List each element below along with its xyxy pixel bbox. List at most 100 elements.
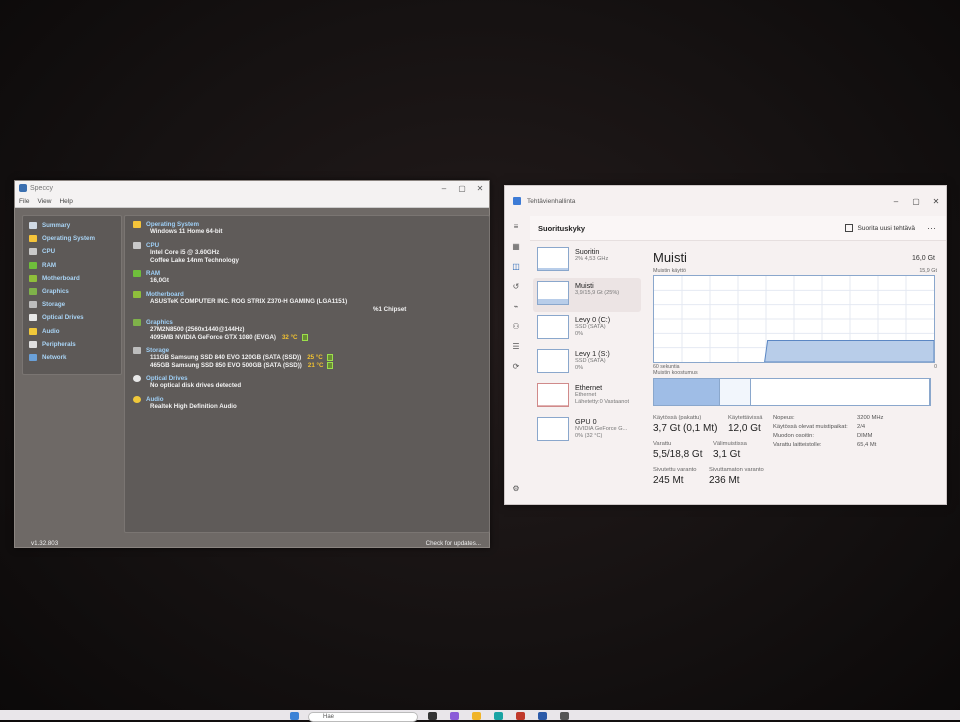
processes-icon[interactable]: ▦ bbox=[505, 236, 527, 256]
sidebar-item-label: Operating System bbox=[42, 235, 95, 243]
memory-stats: Käytössä (pakattu) 3,7 Gt (0,1 Mt) Käyte… bbox=[653, 415, 937, 504]
perf-item-cpu[interactable]: Suoritin 2% 4,53 GHz bbox=[533, 244, 641, 278]
app-history-icon[interactable]: ↺ bbox=[505, 276, 527, 296]
sidebar-item-storage[interactable]: Storage bbox=[23, 298, 121, 311]
disk-row: 465GB Samsung SSD 850 EVO 500GB (SATA (S… bbox=[133, 361, 334, 370]
perf-item-text: Muisti 3,9/15,9 Gt (25%) bbox=[575, 281, 619, 297]
tm-titlebar[interactable]: Tehtävienhallinta – ▢ ✕ bbox=[505, 186, 946, 216]
app-icon[interactable] bbox=[516, 712, 525, 720]
perf-thumbnail bbox=[537, 349, 569, 373]
stat-committed: Varattu 5,5/18,8 Gt bbox=[653, 441, 702, 460]
speccy-summary-panel: Operating System Windows 11 Home 64-bit … bbox=[124, 215, 490, 533]
section-storage-title: Storage bbox=[146, 347, 170, 354]
perf-item-eth[interactable]: Ethernet Ethernet Lähetetty:0 Vastaanot bbox=[533, 380, 641, 414]
usage-graph-header: Muistin käyttö 15,9 Gt bbox=[653, 268, 937, 274]
section-audio-title: Audio bbox=[146, 396, 164, 403]
sidebar-item-peripherals[interactable]: Peripherals bbox=[23, 338, 121, 351]
windows-icon bbox=[133, 221, 141, 228]
prop-row: Nopeus: 3200 MHz bbox=[773, 415, 917, 424]
menu-view[interactable]: View bbox=[37, 198, 51, 205]
temp-indicator-icon bbox=[327, 361, 334, 369]
run-new-task-button[interactable]: Suorita uusi tehtävä bbox=[844, 224, 915, 232]
prop-value: 3200 MHz bbox=[857, 415, 884, 421]
minimize-icon[interactable]: – bbox=[886, 197, 906, 206]
users-icon[interactable]: ⚇ bbox=[505, 316, 527, 336]
optical-drive-icon bbox=[29, 314, 37, 322]
maximize-icon[interactable]: ▢ bbox=[453, 184, 471, 193]
audio-value: Realtek High Definition Audio bbox=[150, 403, 237, 410]
startup-icon[interactable]: ⌁ bbox=[505, 296, 527, 316]
memory-usage-svg bbox=[654, 276, 934, 362]
gpu-row: 4095MB NVIDIA GeForce GTX 1080 (EVGA) 32 … bbox=[133, 333, 308, 342]
start-icon[interactable] bbox=[290, 712, 299, 720]
sidebar-item-network[interactable]: Network bbox=[23, 351, 121, 364]
sidebar-item-operating-system[interactable]: Operating System bbox=[23, 232, 121, 245]
section-audio: Audio Realtek High Definition Audio bbox=[133, 396, 237, 411]
tm-nav-rail: ≡ ▦ ◫ ↺ ⌁ ⚇ ☰ ⟳ ⚙ bbox=[505, 216, 527, 504]
disk-name: 111GB Samsung SSD 840 EVO 120GB (SATA (S… bbox=[150, 354, 302, 362]
speccy-logo-icon bbox=[19, 184, 27, 192]
perf-item-sub: 0% bbox=[575, 330, 584, 337]
details-icon[interactable]: ☰ bbox=[505, 336, 527, 356]
maximize-icon[interactable]: ▢ bbox=[906, 197, 926, 206]
more-options-icon[interactable]: ··· bbox=[927, 223, 936, 233]
speccy-window: Speccy – ▢ ✕ File View Help Summary Opera… bbox=[14, 180, 490, 548]
prop-key: Nopeus: bbox=[773, 415, 795, 421]
sidebar-item-optical-drives[interactable]: Optical Drives bbox=[23, 311, 121, 324]
check-updates-link[interactable]: Check for updates... bbox=[426, 540, 481, 547]
settings-gear-icon[interactable]: ⚙ bbox=[505, 478, 527, 498]
sidebar-item-label: RAM bbox=[42, 261, 57, 269]
sidebar-item-label: Network bbox=[42, 353, 67, 361]
perf-item-sub: 2% 4,53 GHz bbox=[575, 256, 609, 262]
sidebar-item-audio[interactable]: Audio bbox=[23, 325, 121, 338]
version-label: v1.32.803 bbox=[31, 540, 59, 547]
sidebar-item-graphics[interactable]: Graphics bbox=[23, 285, 121, 298]
perf-thumbnail-fill bbox=[538, 267, 568, 270]
edge-icon[interactable] bbox=[494, 712, 503, 720]
section-graphics: Graphics 27M2N8500 (2560x1440@144Hz) 409… bbox=[133, 319, 308, 342]
menu-help[interactable]: Help bbox=[59, 198, 72, 205]
perf-thumbnail bbox=[537, 315, 569, 339]
temp-indicator-icon bbox=[301, 333, 308, 341]
perf-item-sub: Lähetetty:0 Vastaanot bbox=[575, 398, 630, 405]
section-cpu: CPU Intel Core i5 @ 3.60GHz Coffee Lake … bbox=[133, 242, 239, 265]
sidebar-item-motherboard[interactable]: Motherboard bbox=[23, 272, 121, 285]
performance-icon[interactable]: ◫ bbox=[505, 256, 527, 276]
sidebar-item-summary[interactable]: Summary bbox=[23, 219, 121, 232]
storage-icon bbox=[133, 347, 141, 354]
file-explorer-icon[interactable] bbox=[472, 712, 481, 720]
cpu-value: Intel Core i5 @ 3.60GHz bbox=[150, 249, 220, 256]
perf-item-disk[interactable]: Levy 1 (S:) SSD (SATA) 0% bbox=[533, 346, 641, 380]
task-view-icon[interactable] bbox=[428, 712, 437, 720]
close-icon[interactable]: ✕ bbox=[471, 184, 489, 193]
perf-item-text: Levy 0 (C:) SSD (SATA) 0% bbox=[575, 315, 610, 337]
os-value: Windows 11 Home 64-bit bbox=[150, 228, 223, 235]
store-icon[interactable] bbox=[538, 712, 547, 720]
taskbar-search[interactable]: Hae bbox=[308, 712, 418, 722]
sidebar-item-ram[interactable]: RAM bbox=[23, 259, 121, 272]
widgets-icon[interactable] bbox=[450, 712, 459, 720]
audio-icon bbox=[29, 327, 37, 335]
perf-item-disk[interactable]: Levy 0 (C:) SSD (SATA) 0% bbox=[533, 312, 641, 346]
minimize-icon[interactable]: – bbox=[435, 184, 453, 193]
memory-usage-area bbox=[764, 340, 934, 362]
hamburger-icon[interactable]: ≡ bbox=[505, 216, 527, 236]
perf-thumbnail-fill bbox=[538, 404, 568, 406]
sidebar-item-cpu[interactable]: CPU bbox=[23, 245, 121, 258]
menu-file[interactable]: File bbox=[19, 198, 29, 205]
perf-item-gpu[interactable]: GPU 0 NVIDIA GeForce G... 0% (32 °C) bbox=[533, 414, 641, 448]
app-icon[interactable] bbox=[560, 712, 569, 720]
perf-item-mem[interactable]: Muisti 3,9/15,9 Gt (25%) bbox=[533, 278, 641, 312]
speccy-titlebar[interactable]: Speccy – ▢ ✕ bbox=[15, 181, 489, 195]
prop-value: 2/4 bbox=[857, 424, 866, 430]
memory-composition-bar bbox=[653, 378, 931, 406]
stat-value: 3,1 Gt bbox=[713, 449, 741, 460]
perf-item-text: GPU 0 NVIDIA GeForce G... 0% (32 °C) bbox=[575, 417, 627, 439]
services-icon[interactable]: ⟳ bbox=[505, 356, 527, 376]
perf-thumbnail-fill bbox=[538, 298, 568, 304]
cpu-tech: Coffee Lake 14nm Technology bbox=[150, 256, 239, 264]
close-icon[interactable]: ✕ bbox=[926, 197, 946, 206]
stat-paged-pool: Sivutettu varanto 245 Mt bbox=[653, 467, 697, 486]
task-manager-logo-icon bbox=[513, 197, 521, 205]
section-optical: Optical Drives No optical disk drives de… bbox=[133, 375, 241, 390]
